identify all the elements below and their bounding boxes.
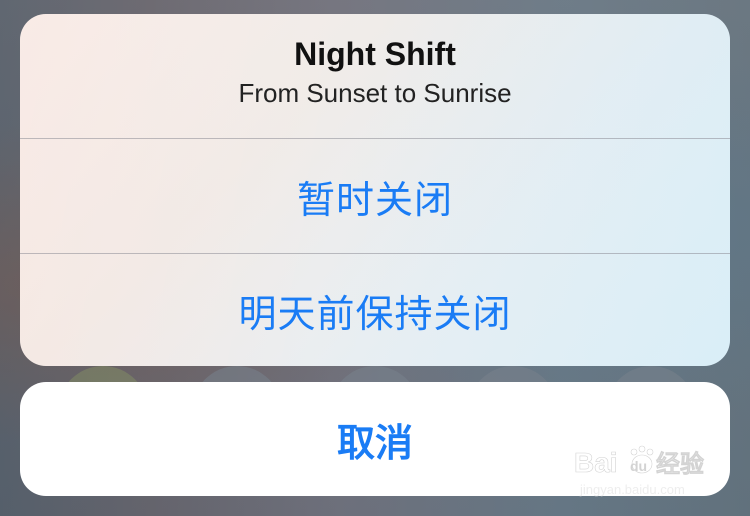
action-sheet-subtitle: From Sunset to Sunrise <box>238 78 512 108</box>
svg-text:Bai: Bai <box>574 447 618 478</box>
svg-text:du: du <box>630 458 647 474</box>
action-sheet-header: Night Shift From Sunset to Sunrise <box>20 14 730 138</box>
turn-off-temporarily-button[interactable]: 暂时关闭 <box>20 139 730 253</box>
action-sheet: Night Shift From Sunset to Sunrise 暂时关闭 … <box>20 14 730 366</box>
keep-off-until-tomorrow-button[interactable]: 明天前保持关闭 <box>20 254 730 366</box>
action-sheet-title: Night Shift <box>294 36 456 72</box>
svg-text:jingyan.baidu.com: jingyan.baidu.com <box>579 482 685 497</box>
baidu-watermark-logo: Bai du 经验 jingyan.baidu.com <box>574 445 704 497</box>
svg-text:经验: 经验 <box>656 450 704 478</box>
